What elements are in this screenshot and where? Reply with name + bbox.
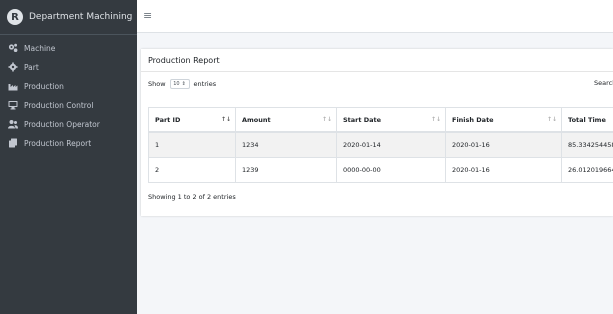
sort-icon: ↑↓ bbox=[546, 116, 557, 123]
table-info: Showing 1 to 2 of 2 entries bbox=[148, 193, 236, 201]
sidebar-item-label: Production Operator bbox=[24, 119, 100, 129]
select-arrows-icon: ⇕ bbox=[181, 81, 186, 87]
sidebar-item-label: Production Report bbox=[24, 138, 92, 148]
column-header-start-date[interactable]: Start Date ↑↓ bbox=[336, 107, 446, 133]
card-title: Production Report bbox=[141, 49, 613, 72]
top-navbar: ≡ bbox=[137, 0, 613, 33]
table-controls: Show 10 ⇕ entries Search: bbox=[141, 72, 613, 93]
table-row: 2 1239 0000-00-00 2020-01-16 26.01201966… bbox=[148, 157, 613, 183]
brand-link[interactable]: R Department Machining bbox=[0, 0, 137, 35]
cog-icon bbox=[8, 62, 18, 72]
entries-value: 10 bbox=[173, 81, 180, 87]
entries-select[interactable]: 10 ⇕ bbox=[169, 79, 190, 89]
brand-title: Department Machining bbox=[29, 12, 133, 22]
sidebar-item-label: Production Control bbox=[24, 100, 94, 110]
sidebar-item-label: Part bbox=[24, 62, 39, 72]
users-icon bbox=[8, 119, 18, 129]
table-header-row: Part ID ↑↓ Amount ↑↓ Start Date ↑↓ Finish D… bbox=[148, 107, 613, 133]
sidebar-item-label: Production bbox=[24, 81, 64, 91]
column-header-part-id[interactable]: Part ID ↑↓ bbox=[148, 107, 236, 133]
sidebar-item-production-control[interactable]: Production Control bbox=[0, 97, 137, 113]
sidebar-item-production-report[interactable]: Production Report bbox=[0, 135, 137, 151]
cell-total-time: 26.01201966406 bbox=[561, 157, 613, 183]
sidebar-item-part[interactable]: Part bbox=[0, 59, 137, 75]
entries-label: entries bbox=[193, 80, 217, 88]
cell-start-date: 2020-01-14 bbox=[336, 132, 446, 158]
cell-part-id: 1 bbox=[148, 132, 236, 158]
column-header-finish-date[interactable]: Finish Date ↑↓ bbox=[445, 107, 562, 133]
production-report-table: Part ID ↑↓ Amount ↑↓ Start Date ↑↓ Finish D… bbox=[148, 107, 613, 183]
cogs-icon bbox=[8, 43, 18, 53]
cell-amount: 1239 bbox=[235, 157, 337, 183]
sidebar: R Department Machining Machine Part Prod… bbox=[0, 0, 137, 314]
sidebar-item-production-operator[interactable]: Production Operator bbox=[0, 116, 137, 132]
copy-icon bbox=[8, 138, 18, 148]
production-report-card: Production Report Show 10 ⇕ entries Sear… bbox=[141, 49, 613, 216]
sidebar-item-label: Machine bbox=[24, 43, 56, 53]
cell-start-date: 0000-00-00 bbox=[336, 157, 446, 183]
sort-icon: ↑↓ bbox=[321, 116, 332, 123]
sidebar-item-production[interactable]: Production bbox=[0, 78, 137, 94]
length-control: Show 10 ⇕ entries bbox=[148, 79, 216, 89]
cell-total-time: 85.33425445855 bbox=[561, 132, 613, 158]
cell-finish-date: 2020-01-16 bbox=[445, 157, 562, 183]
search-label: Search: bbox=[594, 79, 613, 87]
show-label: Show bbox=[148, 80, 166, 88]
sidebar-nav: Machine Part Production Production Contr… bbox=[0, 35, 137, 151]
table-container: Part ID ↑↓ Amount ↑↓ Start Date ↑↓ Finish D… bbox=[148, 107, 613, 183]
cell-amount: 1234 bbox=[235, 132, 337, 158]
brand-logo: R bbox=[7, 9, 23, 25]
sort-asc-icon: ↑↓ bbox=[220, 116, 231, 123]
sidebar-item-machine[interactable]: Machine bbox=[0, 40, 137, 56]
sort-icon: ↑↓ bbox=[430, 116, 441, 123]
column-header-amount[interactable]: Amount ↑↓ bbox=[235, 107, 337, 133]
table-row: 1 1234 2020-01-14 2020-01-16 85.33425445… bbox=[148, 132, 613, 158]
cell-part-id: 2 bbox=[148, 157, 236, 183]
cell-finish-date: 2020-01-16 bbox=[445, 132, 562, 158]
industry-icon bbox=[8, 81, 18, 91]
desktop-icon bbox=[8, 100, 18, 110]
menu-toggle-icon[interactable]: ≡ bbox=[143, 10, 152, 21]
column-header-total-time[interactable]: Total Time bbox=[561, 107, 613, 133]
